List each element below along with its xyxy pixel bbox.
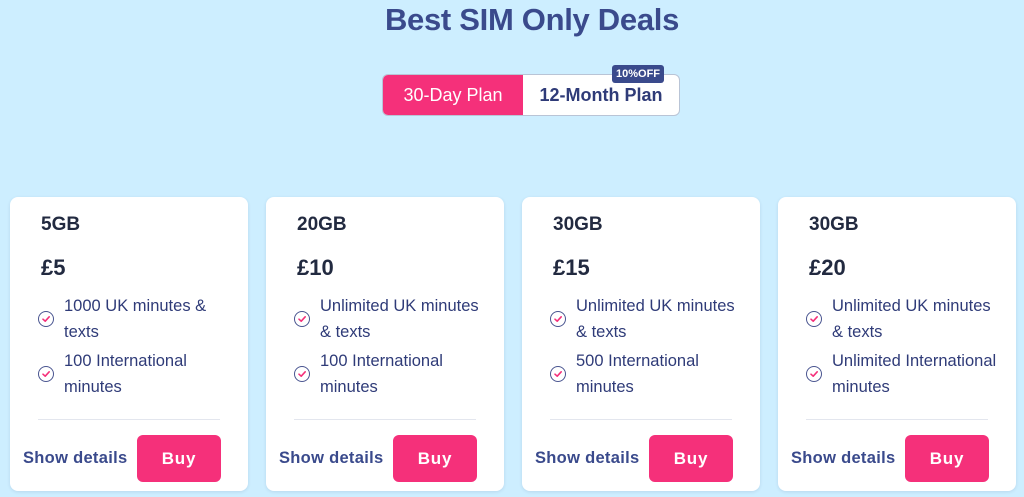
card-divider — [550, 419, 732, 420]
feature-text: 500 International minutes — [576, 352, 699, 396]
feature-item: 500 International minutes — [550, 348, 750, 400]
plan-price: £5 — [41, 255, 66, 280]
tab-30-day-plan[interactable]: 30-Day Plan — [383, 75, 523, 115]
plan-card-30gb: 30GB £15 Unlimited UK minutes & texts 50… — [522, 197, 760, 491]
feature-text: 100 International minutes — [64, 352, 187, 396]
feature-text: Unlimited International minutes — [832, 352, 997, 396]
plan-price: £20 — [809, 255, 846, 280]
check-circle-icon — [294, 366, 310, 382]
check-circle-icon — [806, 311, 822, 327]
page: Best SIM Only Deals 30-Day Plan 12-Month… — [0, 0, 1024, 497]
check-circle-icon — [294, 311, 310, 327]
feature-item: 100 International minutes — [38, 348, 238, 400]
plan-data-amount: 20GB — [297, 214, 347, 235]
plan-data-amount: 30GB — [809, 214, 859, 235]
plan-card-20gb: 20GB £10 Unlimited UK minutes & texts 10… — [266, 197, 504, 491]
plan-card-5gb: 5GB £5 1000 UK minutes & texts 100 Inter… — [10, 197, 248, 491]
show-details-link[interactable]: Show details — [535, 449, 639, 468]
buy-button[interactable]: Buy — [905, 435, 989, 482]
buy-button[interactable]: Buy — [137, 435, 221, 482]
discount-badge: 10%OFF — [612, 65, 665, 83]
card-divider — [38, 419, 220, 420]
feature-text: 1000 UK minutes & texts — [64, 297, 207, 341]
feature-item: Unlimited UK minutes & texts — [550, 293, 750, 345]
plan-card-30gb-unlimited: 30GB £20 Unlimited UK minutes & texts Un… — [778, 197, 1016, 491]
show-details-link[interactable]: Show details — [791, 449, 895, 468]
buy-button[interactable]: Buy — [393, 435, 477, 482]
page-title: Best SIM Only Deals — [384, 2, 680, 37]
feature-item: Unlimited International minutes — [806, 348, 1006, 400]
feature-text: Unlimited UK minutes & texts — [320, 297, 479, 341]
card-divider — [294, 419, 476, 420]
plan-price: £15 — [553, 255, 590, 280]
plan-price: £10 — [297, 255, 334, 280]
plan-data-amount: 30GB — [553, 214, 603, 235]
feature-item: Unlimited UK minutes & texts — [294, 293, 494, 345]
plan-data-amount: 5GB — [41, 214, 81, 235]
buy-button[interactable]: Buy — [649, 435, 733, 482]
card-divider — [806, 419, 988, 420]
feature-item: 1000 UK minutes & texts — [38, 293, 238, 345]
check-circle-icon — [806, 366, 822, 382]
show-details-link[interactable]: Show details — [23, 449, 127, 468]
check-circle-icon — [38, 366, 54, 382]
feature-item: 100 International minutes — [294, 348, 494, 400]
feature-text: 100 International minutes — [320, 352, 443, 396]
feature-text: Unlimited UK minutes & texts — [576, 297, 735, 341]
show-details-link[interactable]: Show details — [279, 449, 383, 468]
check-circle-icon — [550, 366, 566, 382]
feature-item: Unlimited UK minutes & texts — [806, 293, 1006, 345]
feature-text: Unlimited UK minutes & texts — [832, 297, 991, 341]
check-circle-icon — [38, 311, 54, 327]
check-circle-icon — [550, 311, 566, 327]
